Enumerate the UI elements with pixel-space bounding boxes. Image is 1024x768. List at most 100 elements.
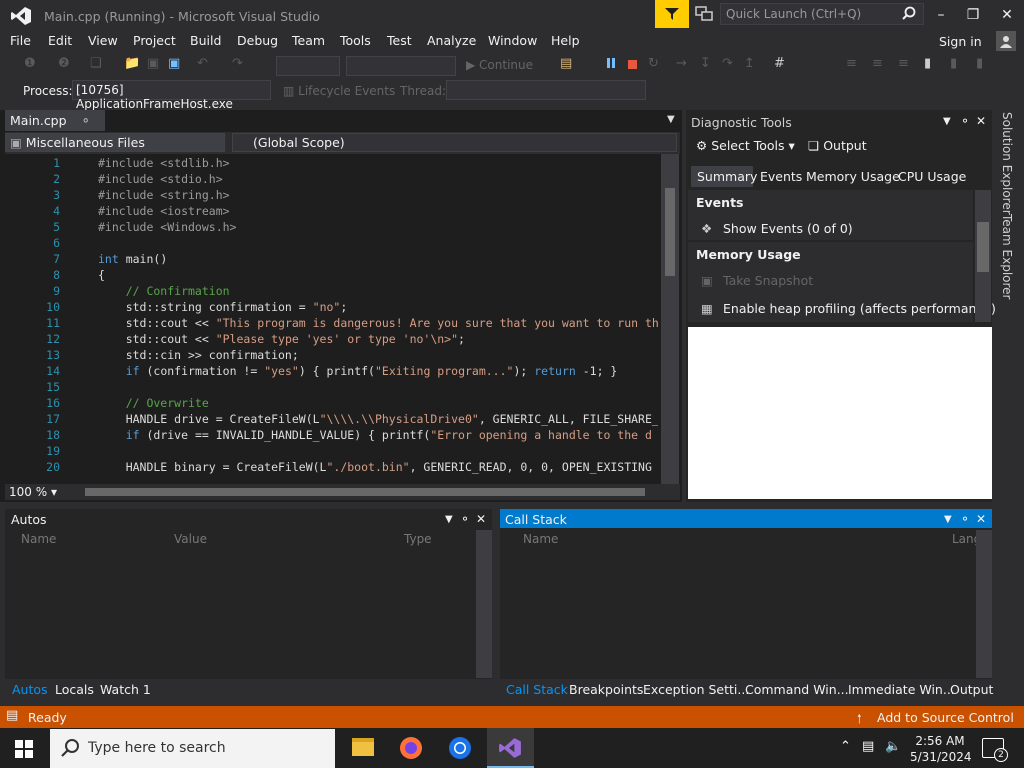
step-out-icon[interactable]: ↥: [744, 56, 755, 71]
solution-platform-select[interactable]: [346, 56, 456, 76]
tab-watch-1[interactable]: Watch 1: [100, 682, 151, 697]
tab-summary[interactable]: Summary: [697, 169, 757, 184]
tab-locals[interactable]: Locals: [55, 682, 94, 697]
code-line[interactable]: std::cout << "Please type 'yes' or type …: [98, 332, 465, 346]
tab-immediate-window[interactable]: Immediate Win...: [848, 682, 955, 697]
restart-icon[interactable]: ↻: [648, 56, 659, 71]
solution-config-select[interactable]: [276, 56, 340, 76]
save-all-icon[interactable]: ▣: [168, 56, 180, 71]
autos-close-icon[interactable]: ✕: [476, 512, 486, 526]
taskbar-clock[interactable]: 2:56 AM 5/31/2024: [910, 733, 972, 765]
show-events-link[interactable]: ❖ Show Events (0 of 0): [701, 221, 853, 236]
menu-build[interactable]: Build: [190, 33, 221, 48]
process-select[interactable]: [10756] ApplicationFrameHost.exe: [72, 80, 271, 111]
tab-call-stack[interactable]: Call Stack: [506, 682, 568, 697]
code-line[interactable]: std::cout << "This program is dangerous!…: [98, 316, 658, 330]
code-line[interactable]: // Overwrite: [98, 396, 209, 410]
project-scope-select[interactable]: ▣ Miscellaneous Files: [5, 133, 225, 152]
global-scope-select[interactable]: (Global Scope): [232, 133, 677, 152]
navigate-forward-icon[interactable]: ❷: [58, 56, 70, 71]
stop-debugging-icon[interactable]: [628, 60, 637, 69]
menu-file[interactable]: File: [10, 33, 31, 48]
menu-project[interactable]: Project: [133, 33, 176, 48]
panel-pin-icon[interactable]: ⚬: [960, 114, 970, 128]
panel-close-icon[interactable]: ✕: [976, 114, 986, 128]
feedback-icon[interactable]: [694, 5, 714, 23]
tab-exception-settings[interactable]: Exception Setti...: [643, 682, 749, 697]
code-line[interactable]: {: [98, 268, 105, 282]
bookmark-icon[interactable]: ▮: [924, 56, 931, 71]
continue-button[interactable]: ▶ Continue: [466, 58, 533, 72]
code-line[interactable]: if (confirmation != "yes") { printf("Exi…: [98, 364, 618, 378]
output-button[interactable]: ❏ Output: [808, 138, 867, 153]
firefox-icon[interactable]: [399, 736, 423, 760]
menu-help[interactable]: Help: [551, 33, 580, 48]
take-snapshot-button[interactable]: ▣ Take Snapshot: [701, 273, 813, 288]
account-avatar-icon[interactable]: [996, 31, 1016, 51]
lifecycle-events-button[interactable]: ▥ Lifecycle Events: [283, 84, 395, 98]
menu-tools[interactable]: Tools: [340, 33, 371, 48]
taskbar-search-input[interactable]: Type here to search: [50, 729, 335, 768]
code-line[interactable]: if (drive == INVALID_HANDLE_VALUE) { pri…: [98, 428, 652, 442]
editor-vertical-scroll-thumb[interactable]: [665, 188, 675, 276]
redo-icon[interactable]: ↷: [232, 56, 243, 71]
code-line[interactable]: HANDLE drive = CreateFileW(L"\\\\.\\Phys…: [98, 412, 658, 426]
autos-col-name[interactable]: Name: [21, 532, 56, 546]
code-line[interactable]: std::string confirmation = "no";: [98, 300, 348, 314]
autos-dropdown-icon[interactable]: ▼: [445, 514, 453, 525]
feedback-filter-button[interactable]: [655, 0, 689, 28]
network-icon[interactable]: ▤: [862, 739, 874, 754]
document-tab-main-cpp[interactable]: Main.cpp ⚬ ✕: [5, 110, 105, 143]
heap-profiling-checkbox[interactable]: ▦ Enable heap profiling (affects performa…: [701, 301, 996, 316]
callstack-col-name[interactable]: Name: [523, 532, 558, 546]
volume-muted-icon[interactable]: 🔈: [885, 739, 901, 754]
tab-autos[interactable]: Autos: [12, 682, 48, 697]
sign-in-link[interactable]: Sign in: [939, 34, 982, 49]
pin-icon[interactable]: ⚬: [81, 113, 91, 128]
minimize-icon[interactable]: –: [924, 0, 958, 30]
step-over-icon[interactable]: ↷: [722, 56, 733, 71]
next-bookmark-icon[interactable]: ▮: [976, 56, 983, 71]
tab-events[interactable]: Events: [760, 169, 802, 184]
menu-analyze[interactable]: Analyze: [427, 33, 476, 48]
tab-output[interactable]: Output: [950, 682, 993, 697]
code-line[interactable]: #include <string.h>: [98, 188, 230, 202]
hex-display-icon[interactable]: #: [774, 56, 785, 71]
menu-view[interactable]: View: [88, 33, 118, 48]
code-text[interactable]: #include <stdlib.h> #include <stdio.h> #in…: [98, 154, 658, 484]
pause-icon[interactable]: [605, 57, 617, 69]
menu-team[interactable]: Team: [292, 33, 325, 48]
tab-overflow-icon[interactable]: ▼: [667, 114, 675, 125]
callstack-scrollbar[interactable]: [976, 530, 992, 678]
zoom-level-select[interactable]: 100 % ▾: [9, 485, 57, 499]
chrome-icon[interactable]: [448, 736, 472, 760]
menu-edit[interactable]: Edit: [48, 33, 72, 48]
indent-icon[interactable]: ≡: [872, 56, 883, 71]
editor-horizontal-scroll-thumb[interactable]: [85, 488, 645, 496]
code-line[interactable]: HANDLE binary = CreateFileW(L"./boot.bin…: [98, 460, 652, 474]
code-line[interactable]: #include <iostream>: [98, 204, 230, 218]
thread-select[interactable]: [446, 80, 646, 100]
autos-scrollbar[interactable]: [476, 530, 492, 678]
team-explorer-tab[interactable]: Team Explorer: [1000, 214, 1014, 300]
show-hidden-icons[interactable]: ⌃: [840, 739, 851, 754]
select-tools-button[interactable]: ⚙ Select Tools ▾: [696, 138, 795, 153]
undo-icon[interactable]: ↶: [197, 56, 208, 71]
comment-icon[interactable]: ≡: [846, 56, 857, 71]
prev-bookmark-icon[interactable]: ▮: [950, 56, 957, 71]
callstack-dropdown-icon[interactable]: ▼: [944, 514, 952, 525]
step-into-icon[interactable]: ↧: [700, 56, 711, 71]
code-line[interactable]: #include <stdio.h>: [98, 172, 223, 186]
autos-col-value[interactable]: Value: [174, 532, 207, 546]
panel-dropdown-icon[interactable]: ▼: [943, 116, 951, 127]
diagnostics-scroll-thumb[interactable]: [977, 222, 989, 272]
autos-pin-icon[interactable]: ⚬: [460, 512, 470, 526]
open-file-icon[interactable]: 📁: [124, 56, 140, 71]
tab-command-window[interactable]: Command Win...: [745, 682, 849, 697]
solution-explorer-tab[interactable]: Solution Explorer: [1000, 112, 1014, 215]
callstack-close-icon[interactable]: ✕: [976, 512, 986, 526]
code-line[interactable]: #include <stdlib.h>: [98, 156, 230, 170]
menu-debug[interactable]: Debug: [237, 33, 278, 48]
code-line[interactable]: #include <Windows.h>: [98, 220, 236, 234]
restore-icon[interactable]: ❐: [956, 0, 990, 30]
